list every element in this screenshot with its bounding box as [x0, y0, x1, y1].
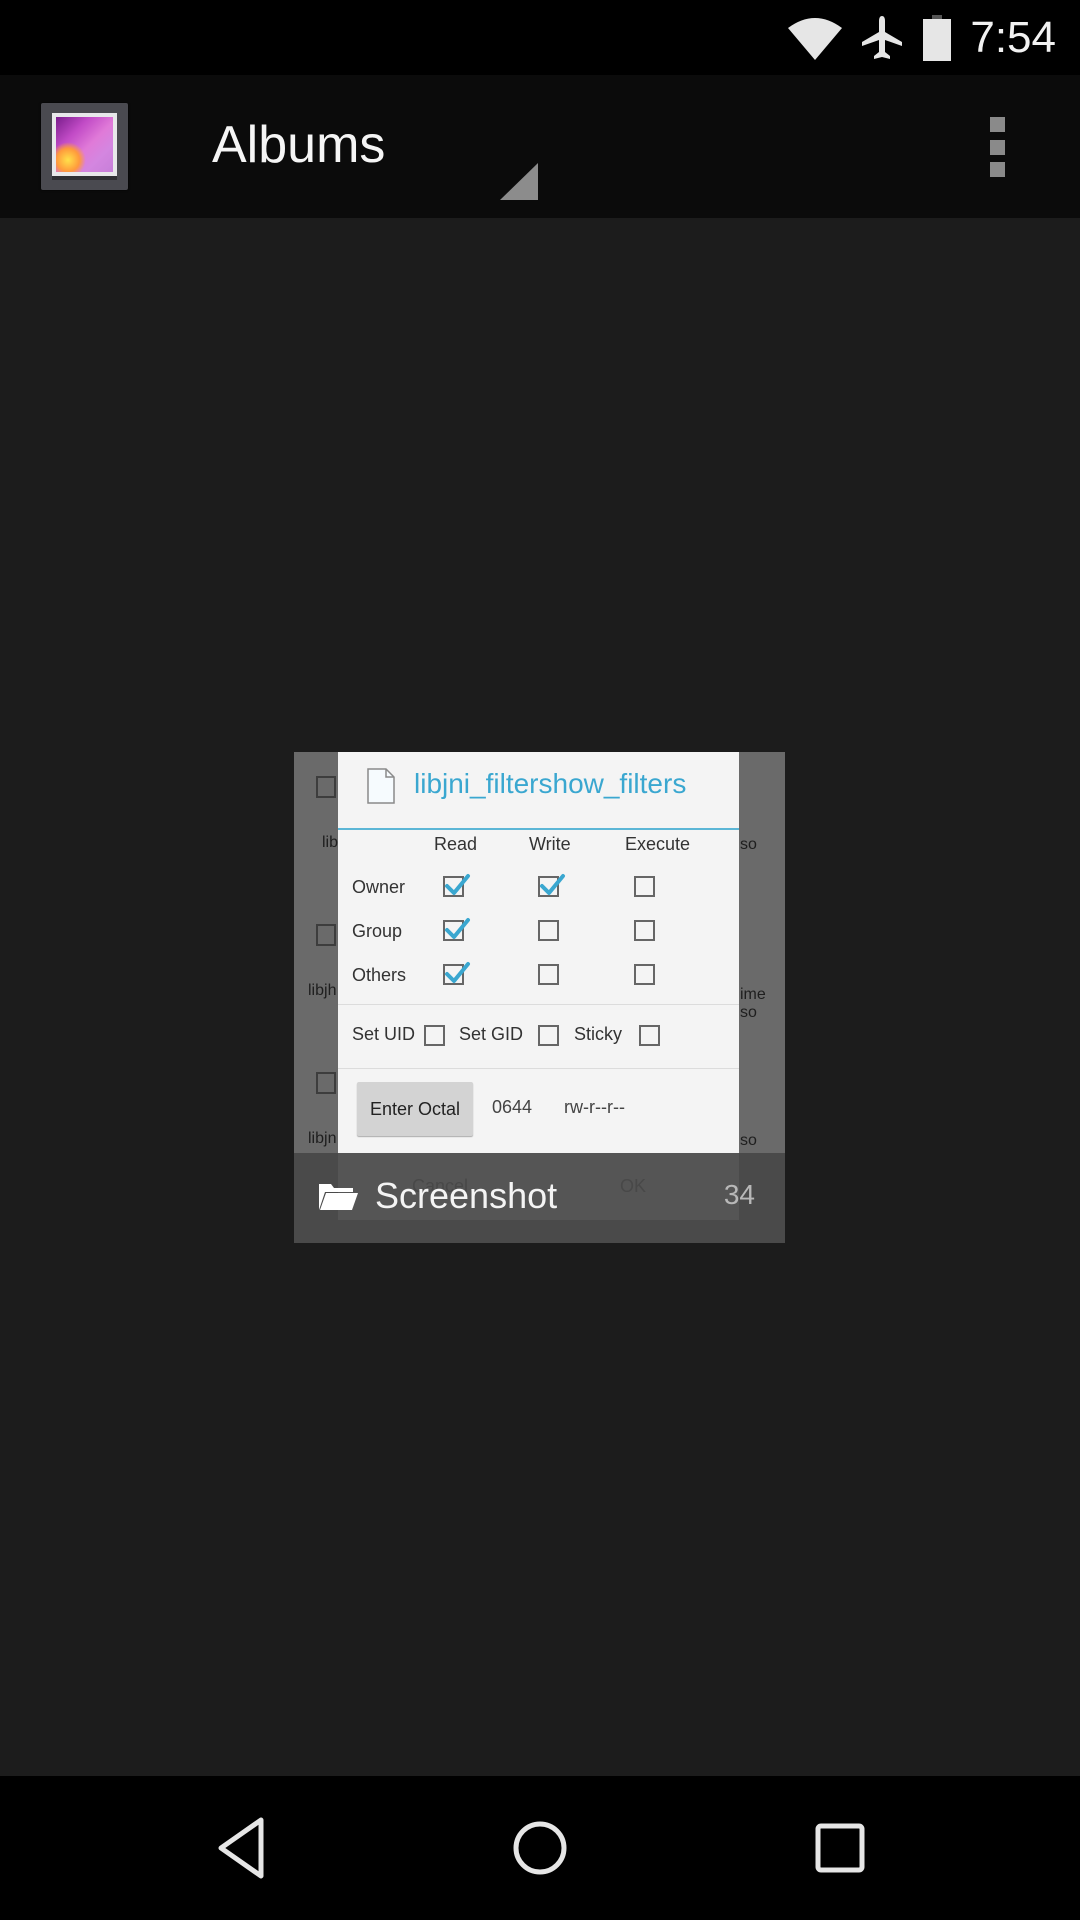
bg-text: libjh: [308, 982, 337, 999]
overflow-dot: [989, 117, 1005, 132]
bg-text: so: [740, 836, 757, 853]
others-write-checkbox: [538, 964, 559, 985]
permissions-dialog-preview: libjni_filtershow_filters Read Write Exe…: [338, 752, 739, 1220]
column-header-execute: Execute: [625, 834, 691, 854]
divider: [338, 1004, 739, 1005]
status-bar: 7:54: [0, 0, 1080, 75]
status-time: 7:54: [970, 12, 1056, 62]
checkmark-icon: [540, 874, 565, 895]
setuid-checkbox: [424, 1025, 445, 1046]
bg-text: lib: [322, 834, 339, 851]
bg-text: ime: [740, 986, 766, 1003]
recents-icon: [815, 1823, 865, 1873]
group-read-checkbox: [443, 918, 470, 941]
navigation-bar: [0, 1776, 1080, 1920]
album-label-bar: Screenshot 34: [294, 1153, 785, 1243]
overflow-dot: [989, 162, 1005, 177]
checkmark-icon: [445, 874, 470, 895]
home-button[interactable]: [504, 1812, 576, 1884]
others-read-checkbox: [443, 962, 470, 985]
octal-value: 0644: [492, 1097, 533, 1117]
app-icon-ledge: [52, 176, 117, 180]
group-execute-checkbox: [634, 920, 655, 941]
column-header-write: Write: [529, 834, 571, 854]
row-label-others: Others: [352, 965, 407, 985]
overflow-dot: [989, 139, 1005, 155]
wifi-icon: [788, 17, 843, 60]
album-view-spinner-title[interactable]: Albums: [212, 115, 385, 175]
action-bar: Albums: [0, 75, 1080, 218]
checkmark-icon: [445, 962, 470, 983]
dropdown-triangle-icon[interactable]: [500, 163, 538, 200]
file-icon: [367, 768, 395, 804]
setgid-checkbox: [538, 1025, 559, 1046]
back-button[interactable]: [205, 1812, 277, 1884]
folder-icon: [319, 1184, 358, 1210]
row-label-owner: Owner: [352, 877, 406, 897]
checkmark-icon: [445, 918, 470, 939]
album-tile-screenshot[interactable]: lib libjh libjn so ime so so libjni_filt…: [294, 752, 785, 1243]
dialog-title-divider: [338, 828, 739, 830]
sticky-label: Sticky: [574, 1024, 623, 1044]
album-count: 34: [723, 1179, 755, 1210]
app-icon-frame: [52, 113, 117, 176]
divider: [338, 1068, 739, 1069]
bg-text: so: [740, 1004, 757, 1021]
home-icon: [513, 1821, 567, 1875]
owner-execute-checkbox: [634, 876, 655, 897]
sticky-checkbox: [639, 1025, 660, 1046]
column-header-read: Read: [434, 834, 478, 854]
gallery-app-icon[interactable]: [41, 103, 128, 190]
airplane-mode-icon: [862, 15, 903, 59]
bg-checkbox: [316, 776, 336, 798]
overflow-menu-icon[interactable]: [980, 107, 1014, 187]
bg-text: libjn: [308, 1130, 337, 1147]
back-icon: [218, 1817, 264, 1879]
dialog-title: libjni_filtershow_filters: [414, 768, 687, 799]
app-icon-photo: [56, 117, 113, 172]
recents-button[interactable]: [804, 1812, 876, 1884]
owner-write-checkbox: [538, 874, 565, 897]
enter-octal-button: Enter Octal: [357, 1082, 473, 1136]
battery-icon: [923, 14, 952, 61]
setgid-label: Set GID: [459, 1024, 524, 1044]
bg-text: so: [740, 1132, 757, 1149]
status-icons: 7:54: [788, 0, 1056, 75]
permission-string: rw-r--r--: [564, 1097, 625, 1117]
bg-checkbox: [316, 924, 336, 946]
group-write-checkbox: [538, 920, 559, 941]
album-name: Screenshot: [375, 1175, 558, 1216]
owner-read-checkbox: [443, 874, 470, 897]
setuid-label: Set UID: [352, 1024, 416, 1044]
others-execute-checkbox: [634, 964, 655, 985]
row-label-group: Group: [352, 921, 403, 941]
bg-checkbox: [316, 1072, 336, 1094]
